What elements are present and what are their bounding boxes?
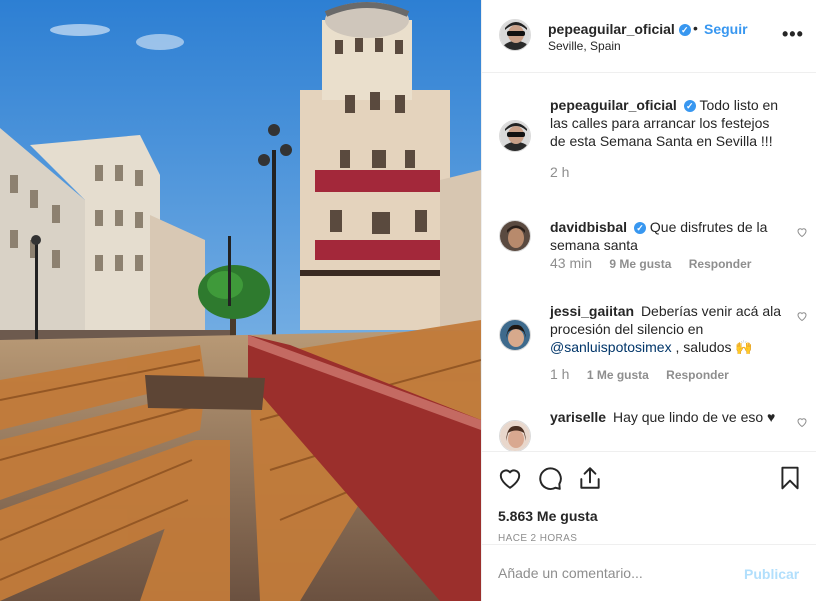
like-comment-heart-icon[interactable]	[796, 226, 808, 238]
author-username[interactable]: pepeaguilar_oficial ✓	[548, 21, 691, 37]
post-header: pepeaguilar_oficial ✓ • Seguir Seville, S…	[482, 0, 816, 73]
comment-body: jessi_gaiitan Deberías venir acá ala pro…	[550, 302, 782, 356]
comment-text: Hay que lindo de ve eso ♥	[612, 409, 776, 425]
save-bookmark-icon[interactable]	[777, 465, 803, 491]
verified-badge-icon: ✓	[678, 24, 691, 36]
comment-username[interactable]: pepeaguilar_oficial	[550, 97, 677, 113]
like-heart-icon[interactable]	[497, 465, 523, 491]
add-comment-bar: Publicar	[482, 544, 816, 601]
commenter-avatar[interactable]	[499, 420, 531, 451]
reply-button[interactable]: Responder	[689, 257, 752, 271]
reply-button[interactable]: Responder	[666, 368, 729, 382]
comment-username[interactable]: davidbisbal	[550, 219, 627, 235]
comment-meta: 43 min 9 Me gusta Responder	[550, 255, 765, 271]
commenter-avatar[interactable]	[499, 319, 531, 351]
publish-button[interactable]: Publicar	[744, 566, 799, 582]
commenter-avatar[interactable]	[499, 220, 531, 252]
comment-likes[interactable]: 1 Me gusta	[587, 368, 649, 382]
caption-text: pepeaguilar_oficial ✓ Todo listo en las c…	[550, 96, 782, 150]
comment-likes[interactable]: 9 Me gusta	[609, 257, 671, 271]
comment-meta: 1 h 1 Me gusta Responder	[550, 366, 743, 382]
post-photo[interactable]	[0, 0, 481, 601]
like-comment-heart-icon[interactable]	[796, 310, 808, 322]
comment-body: davidbisbal ✓ Que disfrutes de la semana …	[550, 218, 782, 254]
verified-badge-icon: ✓	[683, 100, 696, 112]
comment-bubble-icon[interactable]	[537, 465, 563, 491]
post-timestamp[interactable]: HACE 2 HORAS	[498, 533, 577, 544]
post-side-panel: pepeaguilar_oficial ✓ • Seguir Seville, S…	[481, 0, 816, 601]
comment-body: yariselle Hay que lindo de ve eso ♥	[550, 408, 782, 426]
comment-input[interactable]	[498, 562, 738, 584]
separator-dot: •	[693, 20, 698, 36]
post-location[interactable]: Seville, Spain	[548, 39, 621, 53]
mention-link[interactable]: @sanluispotosimex	[550, 339, 672, 355]
photo-scene	[0, 0, 481, 601]
comments-list[interactable]: pepeaguilar_oficial ✓ Todo listo en las c…	[482, 74, 816, 451]
share-icon[interactable]	[577, 465, 603, 491]
comment-username[interactable]: yariselle	[550, 409, 606, 425]
post-actions: 5.863 Me gusta HACE 2 HORAS	[482, 451, 816, 551]
caption-author-avatar[interactable]	[499, 120, 531, 152]
comment-username[interactable]: jessi_gaiitan	[550, 303, 634, 319]
comment-time[interactable]: 43 min	[550, 255, 592, 271]
verified-badge-icon: ✓	[634, 222, 647, 234]
likes-count[interactable]: 5.863 Me gusta	[498, 508, 598, 524]
author-avatar[interactable]	[499, 19, 531, 51]
comment-time[interactable]: 1 h	[550, 366, 569, 382]
like-comment-heart-icon[interactable]	[796, 416, 808, 428]
comment-meta: 2 h	[550, 164, 583, 180]
comment-text-end: , saludos 🙌	[675, 339, 753, 355]
comment-time[interactable]: 2 h	[550, 164, 569, 180]
follow-button[interactable]: Seguir	[704, 21, 748, 37]
more-options-icon[interactable]: •••	[782, 24, 804, 45]
